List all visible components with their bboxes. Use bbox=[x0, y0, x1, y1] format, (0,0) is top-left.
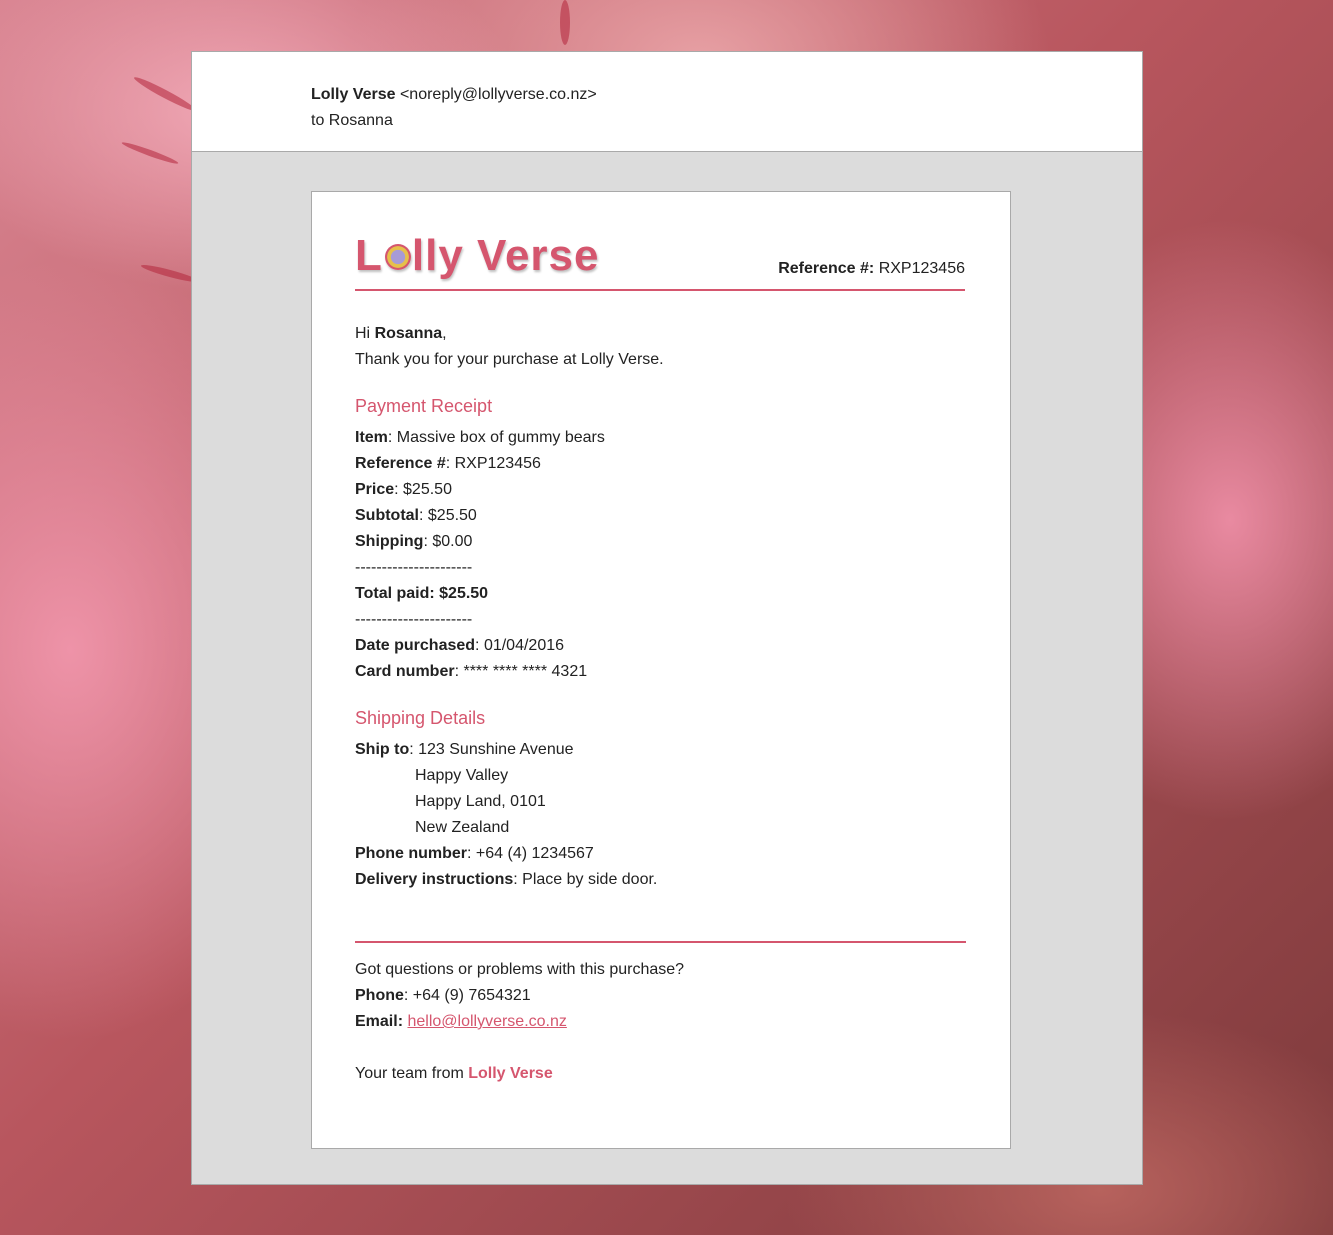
signoff-brand: Lolly Verse bbox=[468, 1065, 553, 1082]
sender-line: Lolly Verse <noreply@lollyverse.co.nz> bbox=[311, 82, 1142, 108]
brand-row: Llly Verse Reference #: RXP123456 bbox=[355, 192, 965, 291]
delivery-instructions-row: Delivery instructions: Place by side doo… bbox=[355, 871, 658, 888]
support-phone-row: Phone: +64 (9) 7654321 bbox=[355, 987, 531, 1004]
reference-label: Reference #: bbox=[778, 260, 875, 277]
support-email-row: Email: hello@lollyverse.co.nz bbox=[355, 1013, 567, 1030]
receipt-card: Llly Verse Reference #: RXP123456 Hi Ros… bbox=[311, 191, 1011, 1149]
date-purchased-row: Date purchased: 01/04/2016 bbox=[355, 637, 565, 654]
subtotal-row: Subtotal: $25.50 bbox=[355, 507, 477, 524]
greeting: Hi Rosanna, Thank you for your purchase … bbox=[355, 321, 965, 373]
email-header: Lolly Verse <noreply@lollyverse.co.nz> t… bbox=[192, 52, 1142, 152]
total-paid-row: Total paid: $25.50 bbox=[355, 585, 489, 602]
support-email-link[interactable]: hello@lollyverse.co.nz bbox=[407, 1013, 566, 1030]
card-number-row: Card number: **** **** **** 4321 bbox=[355, 663, 588, 680]
shipping-cost-row: Shipping: $0.00 bbox=[355, 533, 473, 550]
reference-header: Reference #: RXP123456 bbox=[778, 256, 965, 282]
shipping-details: Ship to: 123 Sunshine Avenue Happy Valle… bbox=[355, 737, 965, 893]
sender-name: Lolly Verse bbox=[311, 86, 396, 103]
footer: Got questions or problems with this purc… bbox=[355, 957, 965, 1087]
email-window: Lolly Verse <noreply@lollyverse.co.nz> t… bbox=[191, 51, 1143, 1185]
sender-email: <noreply@lollyverse.co.nz> bbox=[399, 86, 597, 103]
signoff: Your team from Lolly Verse bbox=[355, 1065, 553, 1082]
address-line: Happy Land, 0101 bbox=[415, 793, 546, 810]
recipient-line: to Rosanna bbox=[311, 112, 393, 129]
background-petal-streak bbox=[132, 74, 198, 114]
lolly-verse-logo: Llly Verse bbox=[355, 231, 600, 280]
payment-receipt-title: Payment Receipt bbox=[355, 396, 493, 416]
divider-dashes: ---------------------- bbox=[355, 559, 473, 576]
background-petal-streak bbox=[120, 139, 180, 167]
support-question: Got questions or problems with this purc… bbox=[355, 961, 685, 978]
customer-name: Rosanna bbox=[374, 325, 443, 342]
address-line: Happy Valley bbox=[415, 767, 509, 784]
footer-divider bbox=[355, 941, 966, 943]
phone-number-row: Phone number: +64 (4) 1234567 bbox=[355, 845, 594, 862]
thanks-text: Thank you for your purchase at Lolly Ver… bbox=[355, 351, 664, 368]
payment-details: Item: Massive box of gummy bears Referen… bbox=[355, 425, 965, 685]
divider-dashes: ---------------------- bbox=[355, 611, 473, 628]
lollipop-icon bbox=[384, 244, 411, 270]
background-petal-streak bbox=[560, 0, 570, 45]
item-row: Item: Massive box of gummy bears bbox=[355, 429, 605, 446]
address-line: New Zealand bbox=[415, 819, 510, 836]
price-row: Price: $25.50 bbox=[355, 481, 452, 498]
reference-value: RXP123456 bbox=[878, 260, 965, 277]
ship-to-row: Ship to: 123 Sunshine Avenue bbox=[355, 741, 574, 758]
shipping-details-title: Shipping Details bbox=[355, 708, 486, 728]
reference-row: Reference #: RXP123456 bbox=[355, 455, 541, 472]
